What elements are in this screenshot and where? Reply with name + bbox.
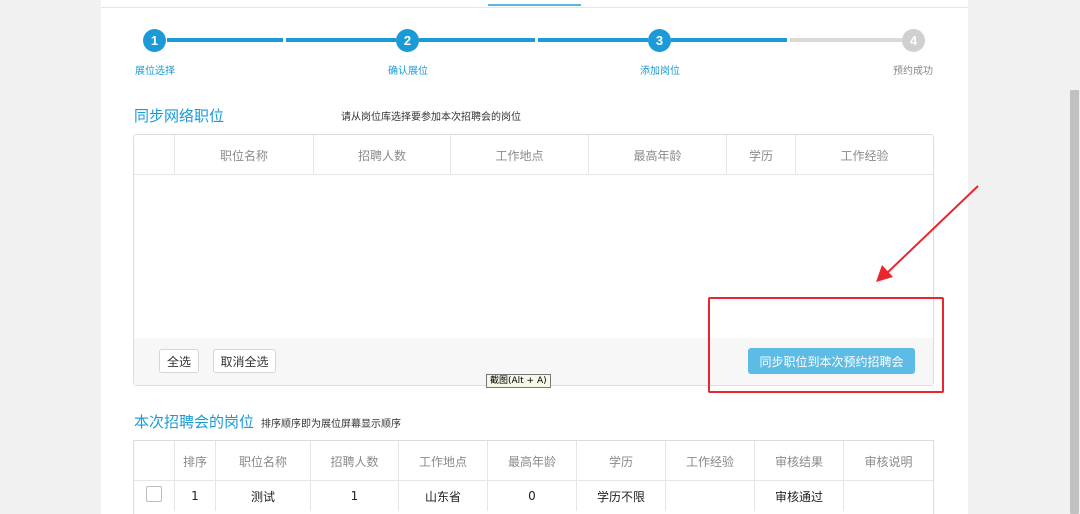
column-header: 职位名称	[174, 135, 313, 175]
step-3-label: 添加岗位	[640, 66, 680, 77]
row-checkbox[interactable]	[146, 486, 162, 502]
sync-section-title: 同步网络职位	[134, 107, 225, 125]
step-2-circle: 2	[396, 29, 419, 52]
cell-headcount: 1	[310, 481, 398, 511]
scrollbar-thumb[interactable]	[1070, 90, 1079, 514]
select-all-button[interactable]: 全选	[159, 349, 199, 373]
step-4-label: 预约成功	[893, 66, 933, 77]
column-header: 招聘人数	[313, 135, 450, 175]
cell-job-name: 测试	[215, 481, 310, 511]
table-header: 排序 职位名称 招聘人数 工作地点 最高年龄 学历 工作经验 审核结果 审核说明	[134, 441, 933, 481]
cell-max-age: 0	[487, 481, 576, 511]
table-row[interactable]: 1 测试 1 山东省 0 学历不限 审核通过	[134, 481, 933, 514]
cell-location: 山东省	[398, 481, 487, 511]
cell-review-note	[843, 481, 933, 511]
fair-section-hint: 排序顺序即为展位屏幕显示顺序	[261, 419, 401, 430]
step-connector	[167, 38, 283, 42]
step-connector	[286, 38, 396, 42]
active-tab-indicator	[488, 4, 581, 6]
column-header: 工作地点	[450, 135, 588, 175]
fair-jobs-table: 排序 职位名称 招聘人数 工作地点 最高年龄 学历 工作经验 审核结果 审核说明…	[133, 440, 934, 514]
step-1-label: 展位选择	[135, 66, 175, 77]
cell-experience	[665, 481, 754, 511]
column-header: 工作经验	[795, 135, 933, 175]
column-header: 工作经验	[665, 441, 754, 481]
step-3-circle: 3	[648, 29, 671, 52]
screenshot-tooltip: 截图(Alt + A)	[486, 374, 551, 388]
column-header: 职位名称	[215, 441, 310, 481]
column-header: 最高年龄	[588, 135, 726, 175]
column-header: 审核结果	[754, 441, 843, 481]
column-header: 学历	[726, 135, 795, 175]
cell-education: 学历不限	[576, 481, 665, 511]
step-connector	[419, 38, 535, 42]
table-header: 职位名称 招聘人数 工作地点 最高年龄 学历 工作经验	[134, 135, 933, 175]
column-header: 审核说明	[843, 441, 933, 481]
fair-section-title: 本次招聘会的岗位	[134, 413, 255, 431]
step-connector	[671, 38, 787, 42]
cell-review-result: 审核通过	[754, 481, 843, 511]
column-header: 最高年龄	[487, 441, 576, 481]
cell-order: 1	[174, 481, 215, 511]
column-header: 排序	[174, 441, 215, 481]
column-header: 招聘人数	[310, 441, 398, 481]
highlight-box	[708, 297, 944, 393]
header-divider	[101, 7, 968, 8]
column-header: 工作地点	[398, 441, 487, 481]
step-connector	[790, 38, 902, 42]
step-2-label: 确认展位	[388, 66, 428, 77]
sync-section-hint: 请从岗位库选择要参加本次招聘会的岗位	[341, 112, 521, 123]
step-connector	[538, 38, 648, 42]
column-header: 学历	[576, 441, 665, 481]
step-4-circle: 4	[902, 29, 925, 52]
step-1-circle: 1	[143, 29, 166, 52]
deselect-all-button[interactable]: 取消全选	[213, 349, 276, 373]
